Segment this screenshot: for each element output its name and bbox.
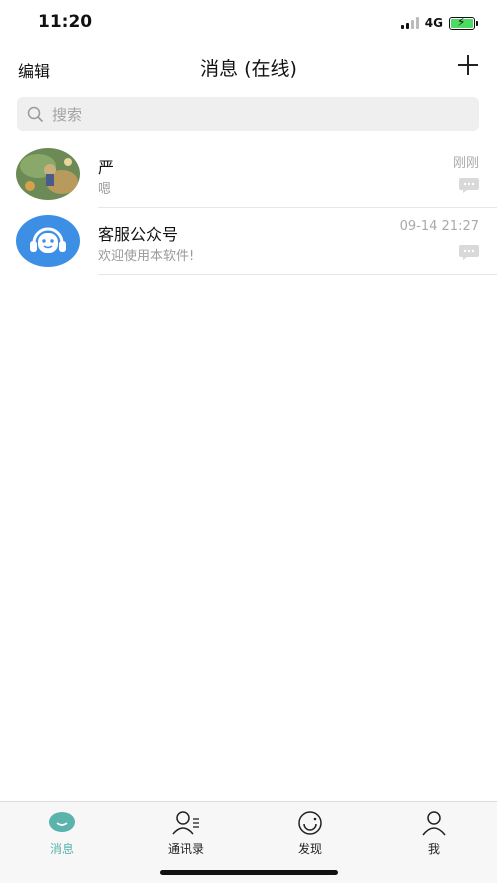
- signal-icon: [400, 17, 419, 29]
- tab-messages[interactable]: 消息: [0, 810, 124, 857]
- status-indicators: 4G ⚡: [400, 15, 478, 30]
- conversation-time: 刚刚: [452, 156, 479, 171]
- nav-bar: 编辑 消息 (在线): [0, 46, 497, 90]
- page-title: 消息 (在线): [200, 58, 297, 80]
- battery-icon: ⚡: [449, 15, 478, 30]
- conversation-last-message: 嗯: [98, 182, 112, 197]
- search-placeholder: 搜索: [52, 105, 83, 124]
- game-scene-avatar: [16, 148, 80, 200]
- tab-label: 发现: [297, 842, 322, 856]
- chat-bubble-icon: [49, 812, 75, 832]
- profile-icon: [422, 811, 446, 836]
- tab-contacts[interactable]: 通讯录: [124, 810, 248, 857]
- conversation-last-message: 欢迎使用本软件!: [98, 249, 195, 264]
- tab-bar: 消息 通讯录 发现 我: [0, 801, 497, 883]
- network-type: 4G: [424, 16, 443, 30]
- tab-label: 消息: [49, 842, 74, 856]
- home-indicator: [160, 870, 338, 875]
- tab-me[interactable]: 我: [372, 810, 496, 857]
- tab-discover[interactable]: 发现: [248, 810, 372, 857]
- conversation-name: 客服公众号: [98, 225, 179, 244]
- message-icon: [459, 178, 479, 193]
- status-time: 11:20: [38, 12, 93, 32]
- tab-label: 通讯录: [167, 842, 204, 856]
- conversation-row[interactable]: 严 嗯 刚刚: [0, 141, 497, 208]
- search-icon: [27, 106, 44, 122]
- message-icon: [459, 245, 479, 260]
- contacts-icon: [172, 811, 199, 835]
- discover-icon: [298, 811, 322, 835]
- conversation-row[interactable]: 客服公众号 欢迎使用本软件! 09-14 21:27: [0, 208, 497, 275]
- tab-label: 我: [427, 842, 440, 856]
- search-input[interactable]: 搜索: [17, 97, 479, 131]
- plus-icon[interactable]: [455, 52, 481, 78]
- conversation-time: 09-14 21:27: [399, 219, 479, 234]
- conversation-name: 严: [98, 158, 115, 177]
- customer-service-avatar: [16, 215, 80, 267]
- conversation-list: 严 嗯 刚刚 客服公众号 欢迎使用本软件! 09-14 21:27: [0, 141, 497, 275]
- status-bar: 11:20 4G ⚡: [0, 0, 497, 46]
